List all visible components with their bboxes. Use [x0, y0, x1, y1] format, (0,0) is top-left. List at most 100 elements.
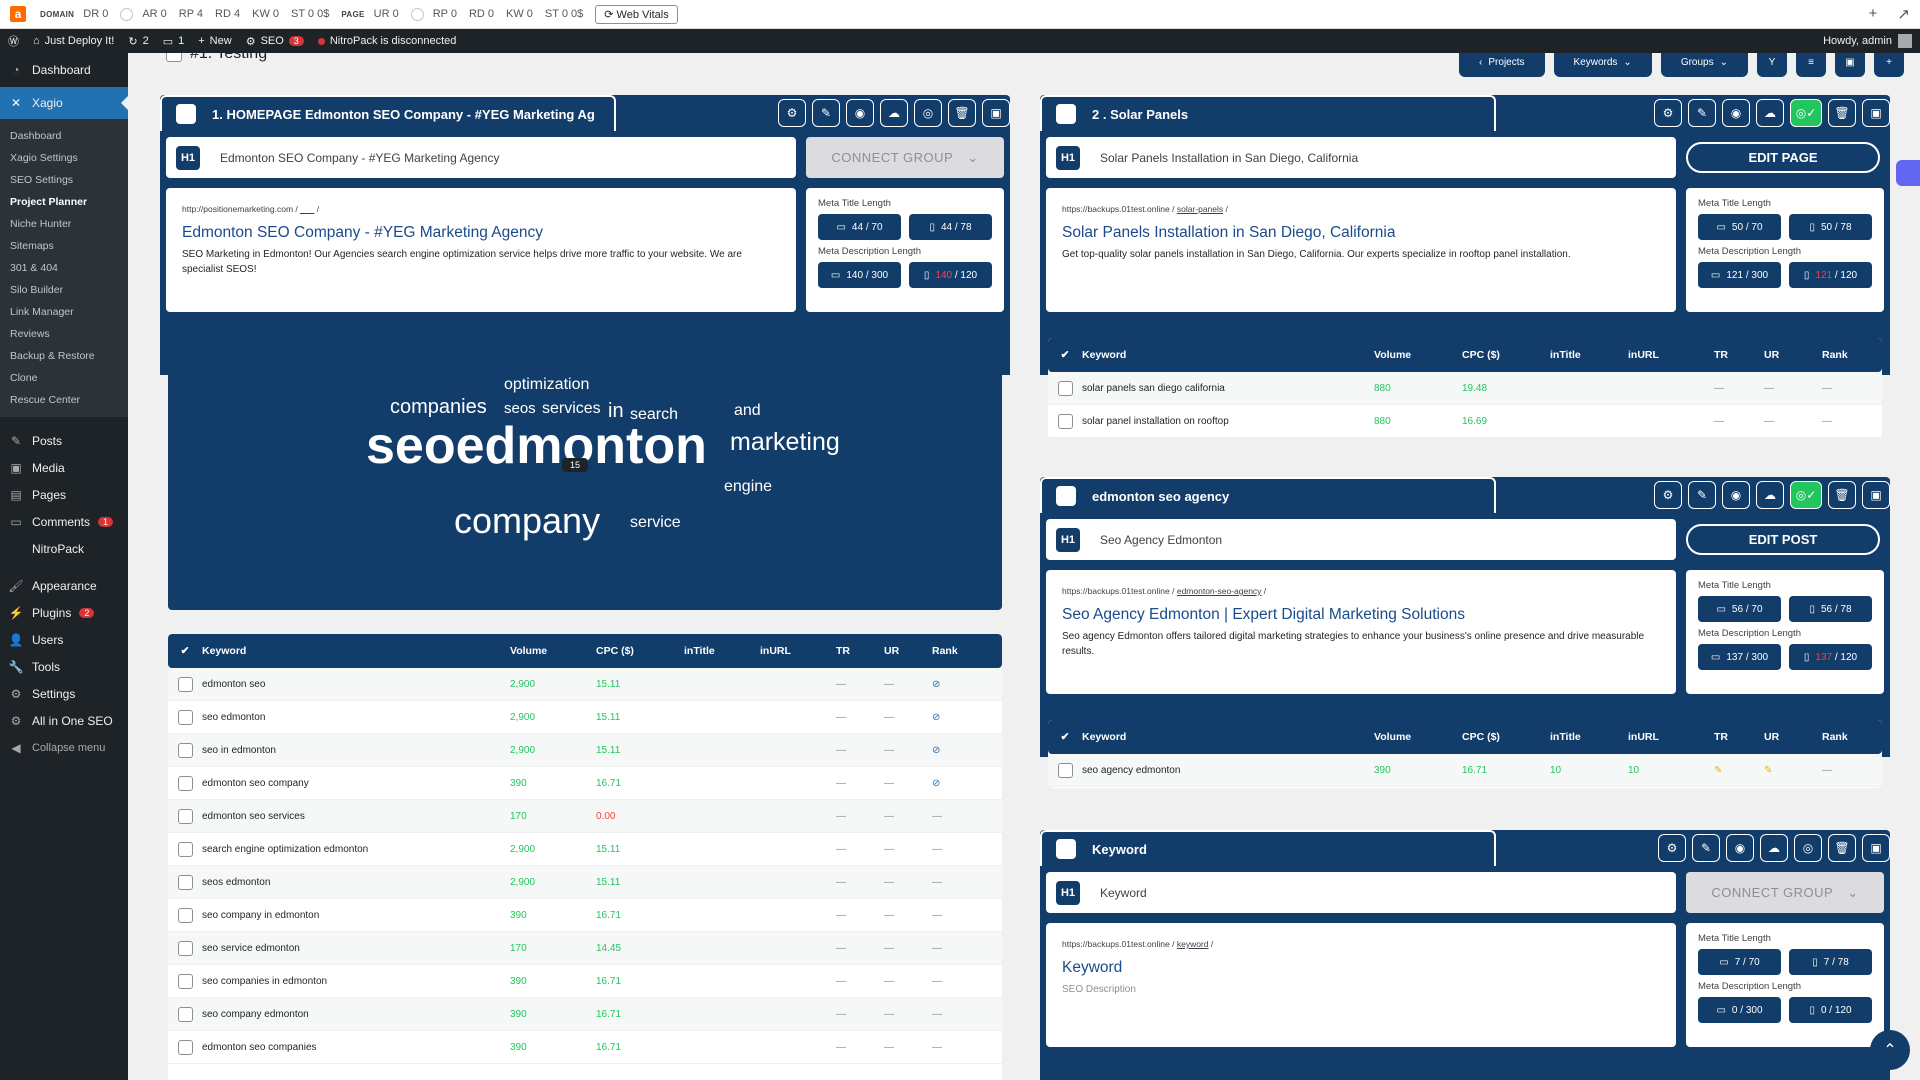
- row-checkbox[interactable]: [177, 841, 193, 857]
- sidebar-item-xagio[interactable]: ✕ Xagio: [0, 87, 128, 119]
- save-icon[interactable]: ▣: [1862, 481, 1890, 509]
- row-checkbox[interactable]: [1057, 762, 1073, 778]
- updates-link[interactable]: ↻ 2: [128, 35, 148, 48]
- seo-title[interactable]: Solar Panels Installation in San Diego, …: [1062, 224, 1660, 242]
- group-title-tab[interactable]: 2 . Solar Panels: [1040, 95, 1496, 131]
- no-rank-icon[interactable]: ⊘: [932, 712, 940, 723]
- web-vitals-button[interactable]: ⟳ Web Vitals: [595, 4, 678, 24]
- sort-button[interactable]: ≡: [1796, 53, 1826, 77]
- row-checkbox[interactable]: [1057, 380, 1073, 396]
- no-rank-icon[interactable]: ⊘: [932, 679, 940, 690]
- add-group-button[interactable]: +: [1874, 53, 1904, 77]
- row-checkbox[interactable]: [177, 676, 193, 692]
- submenu-silo-builder[interactable]: Silo Builder: [0, 279, 128, 301]
- table-row[interactable]: search engine optimization edmonton 2,900…: [168, 833, 1002, 866]
- submenu-link-manager[interactable]: Link Manager: [0, 301, 128, 323]
- seo-description[interactable]: SEO Description: [1062, 982, 1660, 997]
- nitropack-status-link[interactable]: NitroPack is disconnected: [317, 35, 456, 47]
- cloud-icon[interactable]: ☁: [1756, 99, 1784, 127]
- h1-field[interactable]: H1 Edmonton SEO Company - #YEG Marketing …: [166, 137, 796, 178]
- col-keyword[interactable]: Keyword: [202, 645, 510, 657]
- settings-icon[interactable]: ⚙: [778, 99, 806, 127]
- col-cpc[interactable]: CPC ($): [1462, 349, 1550, 361]
- table-row[interactable]: edmonton seo company 390 16.71 — — ⊘: [168, 767, 1002, 800]
- seo-description[interactable]: SEO Marketing in Edmonton! Our Agencies …: [182, 247, 780, 277]
- seo-title[interactable]: Edmonton SEO Company - #YEG Marketing Ag…: [182, 224, 780, 242]
- seo-description[interactable]: Get top-quality solar panels installatio…: [1062, 247, 1660, 262]
- sidebar-item-pages[interactable]: ▤ Pages: [0, 481, 128, 508]
- connected-check-icon[interactable]: ◎✓: [1790, 99, 1822, 127]
- cloud-icon[interactable]: ☁: [880, 99, 908, 127]
- sidebar-item-appearance[interactable]: 🖌 Appearance: [0, 572, 128, 599]
- sidebar-item-dashboard[interactable]: ◔ Dashboard: [0, 53, 128, 87]
- target-icon[interactable]: ◎: [1794, 834, 1822, 862]
- submenu-seo-settings[interactable]: SEO Settings: [0, 169, 128, 191]
- row-checkbox[interactable]: [177, 973, 193, 989]
- settings-icon[interactable]: ⚙: [1654, 481, 1682, 509]
- h1-field[interactable]: H1 Solar Panels Installation in San Diego…: [1046, 137, 1676, 178]
- eye-icon[interactable]: ◉: [1722, 99, 1750, 127]
- row-checkbox[interactable]: [177, 1039, 193, 1055]
- cloud-icon[interactable]: ☁: [1760, 834, 1788, 862]
- col-intitle[interactable]: inTitle: [684, 645, 760, 657]
- col-tr[interactable]: TR: [1714, 349, 1764, 361]
- table-row[interactable]: seos edmonton 2,900 15.11 — — —: [168, 866, 1002, 899]
- submenu-project-planner[interactable]: Project Planner: [0, 191, 128, 213]
- project-checkbox[interactable]: [166, 53, 182, 62]
- url-slug[interactable]: solar-panels: [1177, 204, 1223, 214]
- col-ur[interactable]: UR: [1764, 731, 1822, 743]
- wordpress-logo-icon[interactable]: Ⓦ: [8, 33, 19, 49]
- comments-link[interactable]: ▭ 1: [163, 35, 185, 48]
- col-inurl[interactable]: inURL: [1628, 349, 1714, 361]
- group-title-tab[interactable]: Keyword: [1040, 830, 1496, 866]
- eye-icon[interactable]: ◉: [1722, 481, 1750, 509]
- submenu-sitemaps[interactable]: Sitemaps: [0, 235, 128, 257]
- sidebar-item-media[interactable]: ▣ Media: [0, 454, 128, 481]
- submenu-reviews[interactable]: Reviews: [0, 323, 128, 345]
- col-rank[interactable]: Rank: [932, 645, 972, 657]
- col-cpc[interactable]: CPC ($): [1462, 731, 1550, 743]
- col-tr[interactable]: TR: [1714, 731, 1764, 743]
- scroll-to-top-button[interactable]: ⌃: [1870, 1030, 1910, 1070]
- edit-page-button[interactable]: EDIT PAGE: [1686, 142, 1880, 173]
- table-row[interactable]: solar panel installation on rooftop 880 16…: [1048, 405, 1882, 438]
- table-row[interactable]: seo service edmonton 170 14.45 — — —: [168, 932, 1002, 965]
- row-checkbox[interactable]: [177, 874, 193, 890]
- table-row[interactable]: solar panels san diego california 880 19.4…: [1048, 372, 1882, 405]
- select-all-icon[interactable]: ✔: [1048, 731, 1082, 743]
- table-row[interactable]: seo company in edmonton 390 16.71 — — —: [168, 899, 1002, 932]
- col-volume[interactable]: Volume: [1374, 731, 1462, 743]
- notes-icon[interactable]: ✎: [1692, 834, 1720, 862]
- filter-button[interactable]: Y: [1757, 53, 1787, 77]
- col-ur[interactable]: UR: [1764, 349, 1822, 361]
- submenu-backup-restore[interactable]: Backup & Restore: [0, 345, 128, 367]
- notes-icon[interactable]: ✎: [1688, 481, 1716, 509]
- target-icon[interactable]: ◎: [914, 99, 942, 127]
- sidebar-item-nitropack[interactable]: NitroPack: [0, 535, 128, 562]
- submenu-niche-hunter[interactable]: Niche Hunter: [0, 213, 128, 235]
- submenu-rescue-center[interactable]: Rescue Center: [0, 389, 128, 411]
- col-inurl[interactable]: inURL: [1628, 731, 1714, 743]
- row-checkbox[interactable]: [177, 742, 193, 758]
- submenu-redirects[interactable]: 301 & 404: [0, 257, 128, 279]
- save-icon[interactable]: ▣: [1862, 99, 1890, 127]
- site-name-link[interactable]: ⌂ Just Deploy It!: [33, 35, 114, 47]
- notes-icon[interactable]: ✎: [1688, 99, 1716, 127]
- pencil-icon[interactable]: ✎: [1714, 765, 1722, 776]
- col-inurl[interactable]: inURL: [760, 645, 836, 657]
- submenu-dashboard[interactable]: Dashboard: [0, 125, 128, 147]
- group-checkbox[interactable]: [1056, 486, 1076, 506]
- ahrefs-logo-icon[interactable]: a: [10, 6, 26, 22]
- col-rank[interactable]: Rank: [1822, 349, 1862, 361]
- table-row[interactable]: seo edmonton 2,900 15.11 — — ⊘: [168, 701, 1002, 734]
- export-button[interactable]: ▣: [1835, 53, 1865, 77]
- h1-field[interactable]: H1 Seo Agency Edmonton: [1046, 519, 1676, 560]
- sidebar-item-users[interactable]: 👤 Users: [0, 626, 128, 653]
- row-checkbox[interactable]: [177, 709, 193, 725]
- pencil-icon[interactable]: ✎: [1764, 765, 1772, 776]
- group-checkbox[interactable]: [1056, 104, 1076, 124]
- row-checkbox[interactable]: [177, 775, 193, 791]
- table-row[interactable]: edmonton seo services 170 0.00 — — —: [168, 800, 1002, 833]
- sidebar-item-aioseo[interactable]: ⚙ All in One SEO: [0, 707, 128, 734]
- trash-icon[interactable]: 🗑: [1828, 834, 1856, 862]
